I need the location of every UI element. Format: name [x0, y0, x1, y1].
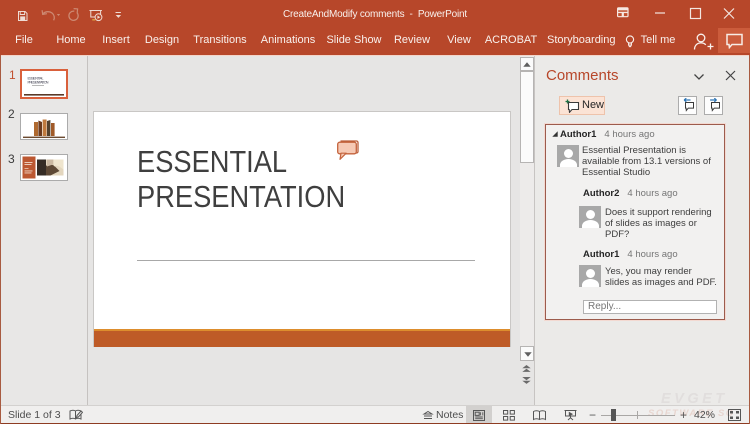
svg-text:PRESENTATION: PRESENTATION — [28, 80, 49, 84]
